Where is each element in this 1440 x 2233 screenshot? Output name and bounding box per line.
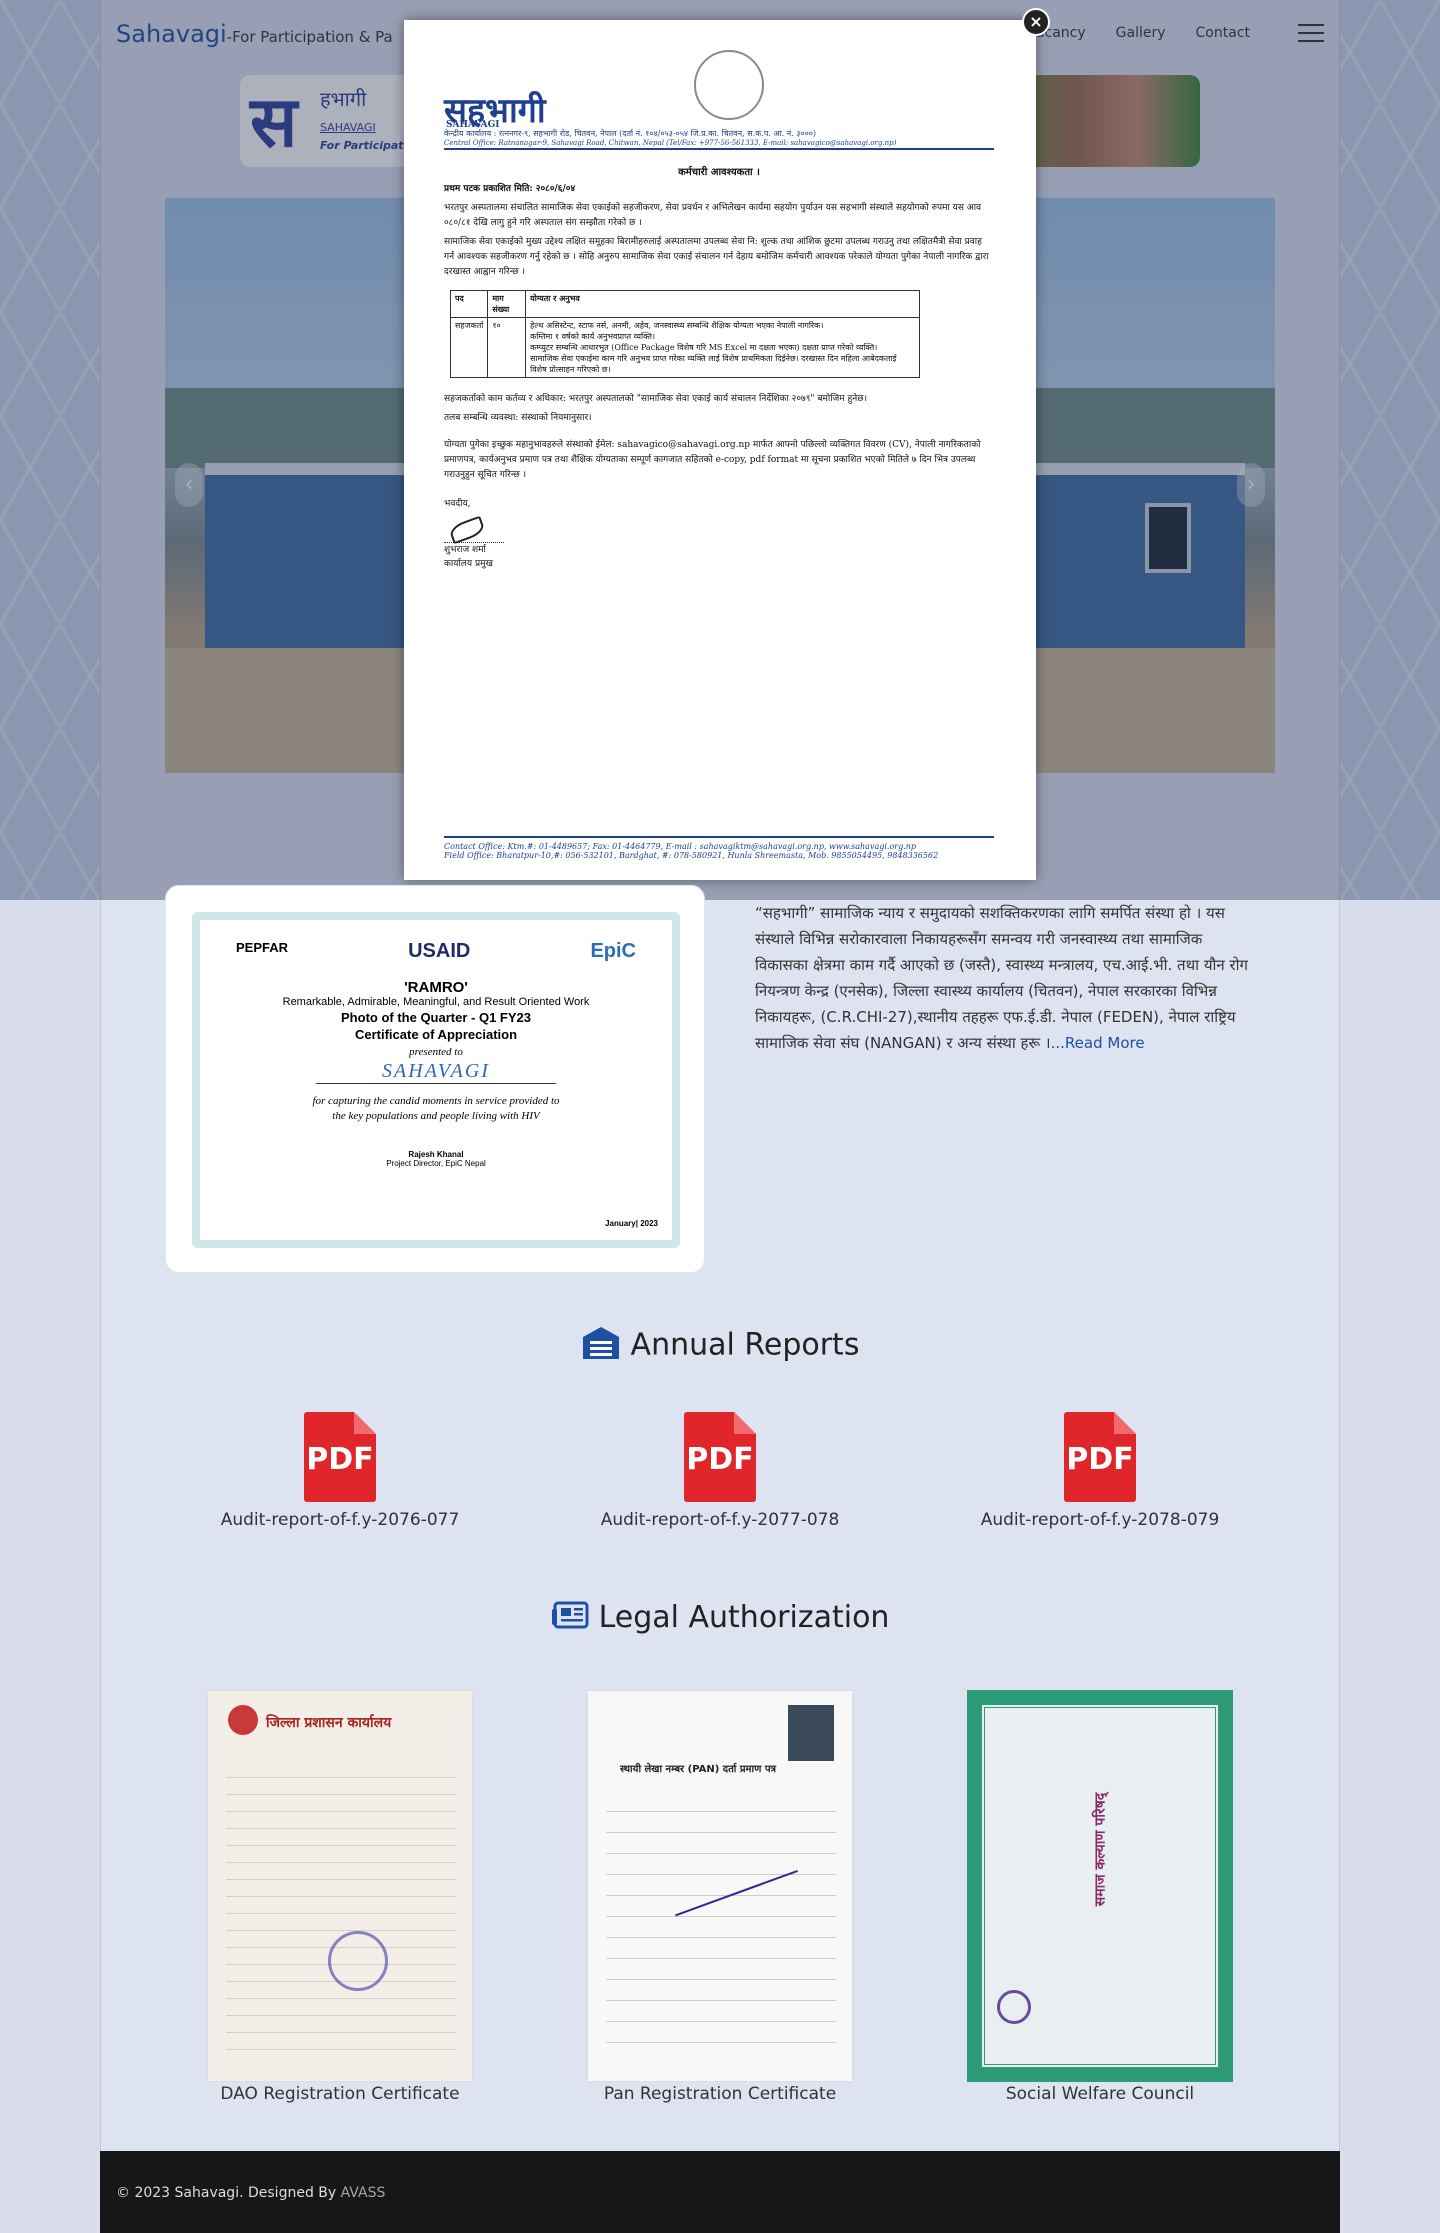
legal-authorization-heading: Legal Authorization (100, 1600, 1340, 1637)
qualification-item: कम्प्युटर सम्बन्धि आधारभुत (Office Packa… (530, 343, 878, 352)
doc-published-date: प्रथम पटक प्रकाशित मिति: २०८०/६/०४ (444, 184, 576, 194)
doc-salary: तलब सम्बन्धि व्यवस्था: संस्थाको नियमानुस… (444, 413, 592, 423)
seal-icon (997, 1990, 1031, 2024)
annual-report-label[interactable]: Audit-report-of-f.y-2076-077 (190, 1510, 490, 1530)
newspaper-icon (551, 1601, 589, 1637)
close-icon: × (1029, 12, 1043, 31)
doc-apply: योग्यता पुगेका इच्छुक महानुभावहरुले संस्… (444, 440, 981, 480)
pdf-icon-text: PDF (686, 1442, 754, 1477)
modal-close-button[interactable]: × (1022, 8, 1050, 36)
doc-signer: शुभराज शर्मा (444, 545, 486, 555)
legal-document-item[interactable]: जिल्ला प्रशासन कार्यालय DAO Registration… (190, 1690, 490, 2104)
pdf-icon[interactable]: PDF (304, 1412, 376, 1502)
legal-document-label[interactable]: DAO Registration Certificate (190, 2084, 490, 2104)
annual-report-item[interactable]: PDF Audit-report-of-f.y-2077-078 (570, 1412, 870, 1530)
certificate-ramro: 'RAMRO' (404, 979, 468, 996)
swc-certificate-image[interactable]: समाज कल्याण परिषद् (967, 1690, 1233, 2082)
appreciation-certificate-image: PEPFAR USAID EpiC 'RAMRO' Remarkable, Ad… (165, 885, 705, 1273)
legal-document-item[interactable]: समाज कल्याण परिषद् Social Welfare Counci… (950, 1690, 1250, 2104)
pan-heading: स्थायी लेखा नम्बर (PAN) दर्ता प्रमाण पत्… (619, 1764, 777, 1775)
about-paragraph: “सहभागी” सामाजिक न्याय र समुदायको सशक्ति… (755, 904, 1248, 1052)
annual-report-item[interactable]: PDF Audit-report-of-f.y-2076-077 (190, 1412, 490, 1530)
doc-footer-field: Field Office: Bharatpur-10,#: 056-532101… (444, 851, 939, 860)
doc-address-ne: केन्द्रीय कार्यालय : रत्ननगर-९, सहभागी र… (444, 129, 817, 138)
annual-reports-heading: Annual Reports (100, 1325, 1340, 1367)
dao-heading: जिल्ला प्रशासन कार्यालय (266, 1715, 392, 1731)
table-header: पद (449, 290, 489, 318)
annual-reports-title: Annual Reports (630, 1327, 860, 1363)
read-more-link[interactable]: ...Read More (1051, 1034, 1145, 1052)
certificate-reason-line: the key populations and people living wi… (332, 1110, 540, 1122)
site-footer: © 2023 Sahavagi. Designed By AVASS (100, 2151, 1340, 2233)
annual-report-label[interactable]: Audit-report-of-f.y-2078-079 (950, 1510, 1250, 1530)
table-header: योग्यता र अनुभव (525, 290, 920, 318)
swc-heading: समाज कल्याण परिषद् (1092, 1792, 1109, 1907)
certificate-photo-quarter: Photo of the Quarter - Q1 FY23 (341, 1010, 531, 1025)
footer-designer-link[interactable]: AVASS (341, 2185, 386, 2201)
signature-icon (444, 517, 504, 543)
legal-document-label[interactable]: Pan Registration Certificate (570, 2084, 870, 2104)
doc-footer: Contact Office: Ktm.#: 01-4489657; Fax: … (444, 836, 994, 860)
qualification-item: कम्तिमा १ वर्षको कार्य अनुभवप्राप्त व्यक… (530, 332, 655, 341)
doc-address-en: Central Office: Ratnanagar-9, Sahavagi R… (444, 139, 897, 147)
table-cell-post: सहजकर्ता (449, 317, 489, 378)
certificate-reason-line: for capturing the candid moments in serv… (312, 1095, 560, 1107)
pdf-icon[interactable]: PDF (1064, 1412, 1136, 1502)
vacancy-notice-modal: सहभागी SAHAVAGI केन्द्रीय कार्यालय : रत्… (404, 20, 1036, 880)
doc-paragraph-2: सामाजिक सेवा एकाईको मुख्य उद्देश्य लक्षि… (444, 237, 989, 277)
legal-document-label[interactable]: Social Welfare Council (950, 2084, 1250, 2104)
table-cell-count: १० (487, 317, 527, 378)
document-text-lines (226, 1761, 456, 2061)
doc-duty: सहजकर्ताको काम कर्तव्य र अधिकार: भरतपुर … (444, 394, 867, 404)
certificate-presented: presented to (409, 1046, 463, 1058)
about-text: “सहभागी” सामाजिक न्याय र समुदायको सशक्ति… (755, 900, 1260, 1056)
legal-authorization-title: Legal Authorization (598, 1600, 890, 1635)
qualification-item: सामाजिक सेवा एकाईमा काम गरि अनुभव प्राप्… (530, 354, 897, 374)
certificate-subtitle: Remarkable, Admirable, Meaningful, and R… (282, 996, 590, 1008)
photo-icon (788, 1705, 834, 1761)
qualification-item: हेल्थ असिस्टेन्ट, स्टाफ नर्स, अनमी, अहेव… (530, 321, 824, 330)
certificate-signer-title: Project Director, EpiC Nepal (386, 1159, 486, 1168)
certificate-date: January| 2023 (605, 1219, 658, 1228)
certificate-heading: Certificate of Appreciation (354, 1027, 518, 1042)
legal-document-item[interactable]: स्थायी लेखा नम्बर (PAN) दर्ता प्रमाण पत्… (570, 1690, 870, 2104)
doc-paragraph-1: भरतपुर अस्पतालमा संचालित सामाजिक सेवा एक… (444, 203, 982, 228)
certificate-recipient: SAHAVAGI (316, 1060, 556, 1084)
doc-signature-block: भवदीय, शुभराज शर्मा कार्यालय प्रमुख (444, 497, 994, 571)
pepfar-logo: PEPFAR (236, 940, 289, 955)
footer-copyright: © 2023 Sahavagi. Designed By (116, 2185, 341, 2201)
annual-report-item[interactable]: PDF Audit-report-of-f.y-2078-079 (950, 1412, 1250, 1530)
usaid-logo: USAID (408, 940, 471, 962)
table-cell-qualifications: हेल्थ असिस्टेन्ट, स्टाफ नर्स, अनमी, अहेव… (525, 317, 920, 378)
doc-title: कर्मचारी आवश्यकता । (678, 167, 760, 178)
doc-footer-contact: Contact Office: Ktm.#: 01-4489657; Fax: … (444, 842, 917, 851)
warehouse-icon (581, 1325, 621, 1367)
certificate-signer-name: Rajesh Khanal (408, 1150, 464, 1159)
pdf-icon-text: PDF (1066, 1442, 1134, 1477)
annual-report-label[interactable]: Audit-report-of-f.y-2077-078 (570, 1510, 870, 1530)
doc-signer-title: कार्यालय प्रमुख (444, 559, 493, 569)
certificate-logos: PEPFAR USAID EpiC (200, 920, 672, 963)
certificate-signer: Rajesh Khanal Project Director, EpiC Nep… (200, 1150, 672, 1168)
stamp-icon (328, 1931, 388, 1991)
pdf-icon-text: PDF (306, 1442, 374, 1477)
doc-letterhead: सहभागी SAHAVAGI केन्द्रीय कार्यालय : रत्… (444, 50, 994, 150)
certificate-frame: PEPFAR USAID EpiC 'RAMRO' Remarkable, Ad… (192, 912, 680, 1248)
doc-seal-icon (694, 50, 764, 120)
dao-certificate-image[interactable]: जिल्ला प्रशासन कार्यालय (207, 1690, 473, 2082)
table-header: माग संख्या (487, 290, 527, 318)
vacancy-notice-document: सहभागी SAHAVAGI केन्द्रीय कार्यालय : रत्… (444, 50, 994, 860)
epic-logo: EpiC (590, 940, 636, 962)
certificate-reason: for capturing the candid moments in serv… (200, 1094, 672, 1124)
doc-vacancy-table: पद माग संख्या योग्यता र अनुभव सहजकर्ता १… (449, 290, 920, 378)
doc-regards: भवदीय, (444, 499, 471, 509)
pan-certificate-image[interactable]: स्थायी लेखा नम्बर (PAN) दर्ता प्रमाण पत्… (587, 1690, 853, 2082)
nepal-emblem-icon (228, 1705, 258, 1735)
pdf-icon[interactable]: PDF (684, 1412, 756, 1502)
